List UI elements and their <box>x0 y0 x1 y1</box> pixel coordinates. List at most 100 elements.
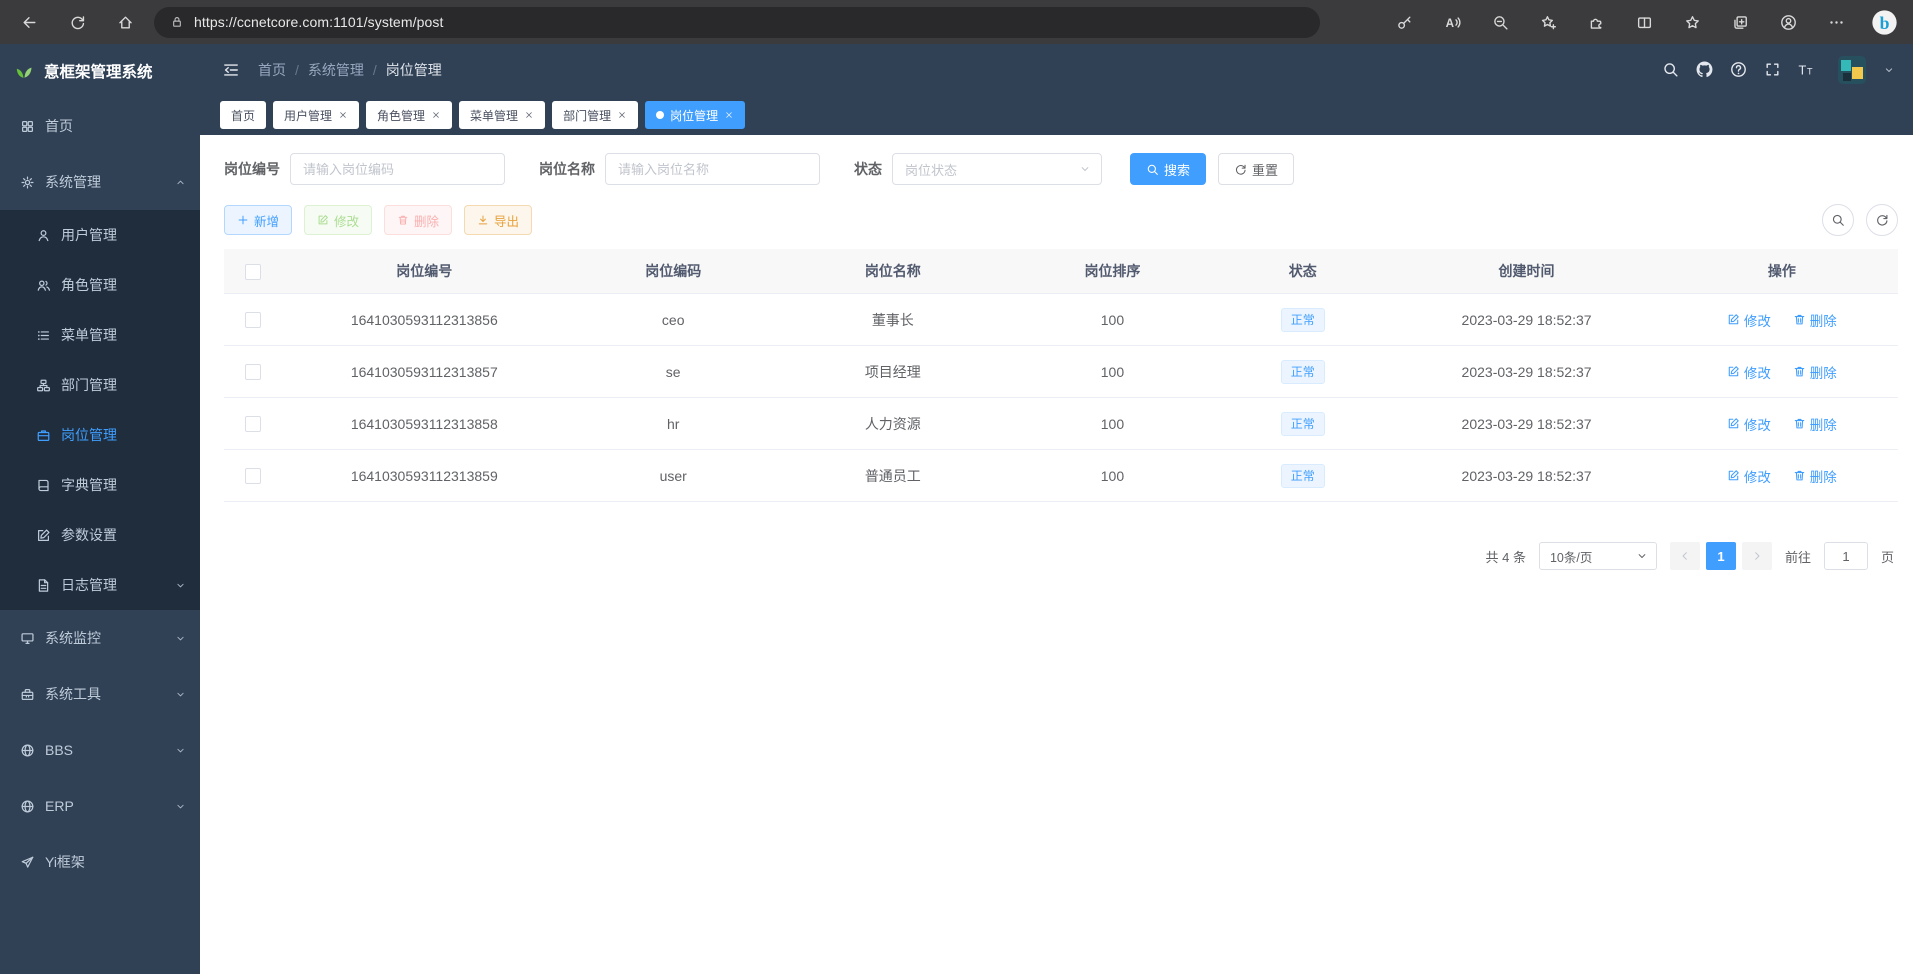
app-logo[interactable]: 意框架管理系统 <box>0 44 200 98</box>
sidebar-item[interactable]: Yi框架 <box>0 834 200 890</box>
tab[interactable]: 岗位管理 <box>645 101 745 129</box>
column-header[interactable]: 状态 <box>1218 249 1387 294</box>
refresh-table-button[interactable] <box>1866 204 1898 236</box>
add-button[interactable]: 新增 <box>224 205 292 235</box>
caret-down-icon[interactable] <box>1883 64 1895 76</box>
chevron-down-icon <box>175 745 186 756</box>
settings-ellipsis-icon[interactable] <box>1819 5 1853 39</box>
delete-button[interactable]: 删除 <box>384 205 452 235</box>
cell-post-sort: 100 <box>1007 450 1218 502</box>
close-icon[interactable] <box>431 110 441 120</box>
row-checkbox[interactable] <box>245 364 261 380</box>
collapse-sidebar-icon[interactable] <box>222 61 240 79</box>
post-name-input[interactable] <box>605 153 820 185</box>
tab[interactable]: 部门管理 <box>552 101 638 129</box>
monitor-icon <box>20 631 35 646</box>
sidebar-item[interactable]: 系统监控 <box>0 610 200 666</box>
home-icon[interactable] <box>108 5 142 39</box>
sidebar-item[interactable]: BBS <box>0 722 200 778</box>
cell-post-id: 1641030593112313857 <box>281 346 568 398</box>
select-all-checkbox[interactable] <box>245 264 261 280</box>
zoom-icon[interactable] <box>1483 5 1517 39</box>
row-delete-link[interactable]: 删除 <box>1793 362 1837 382</box>
tab[interactable]: 首页 <box>220 101 266 129</box>
export-button[interactable]: 导出 <box>464 205 532 235</box>
table-row: 1641030593112313859 user 普通员工 100 正常 202… <box>224 450 1898 502</box>
bing-icon[interactable]: b <box>1867 5 1901 39</box>
tab[interactable]: 用户管理 <box>273 101 359 129</box>
sidebar-item[interactable]: 首页 <box>0 98 200 154</box>
page-size-select[interactable]: 10条/页 <box>1539 542 1657 570</box>
split-screen-icon[interactable] <box>1627 5 1661 39</box>
question-icon[interactable] <box>1730 61 1747 78</box>
sidebar-item[interactable]: 岗位管理 <box>0 410 200 460</box>
post-code-input[interactable] <box>290 153 505 185</box>
read-aloud-icon[interactable]: A <box>1435 5 1469 39</box>
row-delete-link[interactable]: 删除 <box>1793 414 1837 434</box>
status-select[interactable]: 岗位状态 <box>892 153 1102 185</box>
row-checkbox[interactable] <box>245 468 261 484</box>
breadcrumb-item[interactable]: 岗位管理 <box>364 60 442 80</box>
svg-text:T: T <box>1807 66 1813 76</box>
site-info-icon[interactable] <box>170 15 184 29</box>
back-icon[interactable] <box>12 5 46 39</box>
github-icon[interactable] <box>1696 61 1713 78</box>
font-size-icon[interactable]: TT <box>1798 61 1815 78</box>
chevron-down-icon <box>1636 550 1648 562</box>
search-icon[interactable] <box>1662 61 1679 78</box>
sidebar-item[interactable]: 字典管理 <box>0 460 200 510</box>
sidebar-item[interactable]: ERP <box>0 778 200 834</box>
show-search-button[interactable] <box>1822 204 1854 236</box>
sidebar-item[interactable]: 角色管理 <box>0 260 200 310</box>
collections-icon[interactable] <box>1723 5 1757 39</box>
close-icon[interactable] <box>338 110 348 120</box>
extensions-icon[interactable] <box>1579 5 1613 39</box>
sidebar-item[interactable]: 用户管理 <box>0 210 200 260</box>
column-header[interactable]: 岗位名称 <box>779 249 1007 294</box>
browser-nav <box>12 5 142 39</box>
close-icon[interactable] <box>617 110 627 120</box>
row-edit-link[interactable]: 修改 <box>1727 310 1771 330</box>
fullscreen-icon[interactable] <box>1764 61 1781 78</box>
search-button[interactable]: 搜索 <box>1130 153 1206 185</box>
refresh-icon[interactable] <box>60 5 94 39</box>
row-checkbox[interactable] <box>245 416 261 432</box>
address-bar[interactable]: https://ccnetcore.com:1101/system/post <box>154 7 1320 38</box>
breadcrumb-item[interactable]: 首页 <box>258 60 286 80</box>
tab[interactable]: 角色管理 <box>366 101 452 129</box>
add-favorite-icon[interactable] <box>1531 5 1565 39</box>
user-avatar[interactable] <box>1838 56 1866 84</box>
status-badge: 正常 <box>1281 308 1325 332</box>
tab[interactable]: 菜单管理 <box>459 101 545 129</box>
globe-icon <box>20 743 35 758</box>
next-page-button[interactable] <box>1742 542 1772 570</box>
row-checkbox[interactable] <box>245 312 261 328</box>
close-icon[interactable] <box>524 110 534 120</box>
sidebar-item[interactable]: 参数设置 <box>0 510 200 560</box>
row-edit-link[interactable]: 修改 <box>1727 466 1771 486</box>
edit-button[interactable]: 修改 <box>304 205 372 235</box>
breadcrumb-item[interactable]: 系统管理 <box>286 60 364 80</box>
column-header[interactable]: 创建时间 <box>1387 249 1665 294</box>
row-edit-link[interactable]: 修改 <box>1727 414 1771 434</box>
sidebar-item[interactable]: 日志管理 <box>0 560 200 610</box>
row-edit-link[interactable]: 修改 <box>1727 362 1771 382</box>
column-header[interactable]: 岗位编号 <box>281 249 568 294</box>
reset-button[interactable]: 重置 <box>1218 153 1294 185</box>
column-header[interactable]: 操作 <box>1666 249 1898 294</box>
row-delete-link[interactable]: 删除 <box>1793 310 1837 330</box>
column-header[interactable]: 岗位排序 <box>1007 249 1218 294</box>
row-delete-link[interactable]: 删除 <box>1793 466 1837 486</box>
sidebar-item[interactable]: 部门管理 <box>0 360 200 410</box>
jump-page-input[interactable] <box>1824 542 1868 570</box>
close-icon[interactable] <box>724 110 734 120</box>
key-icon[interactable] <box>1387 5 1421 39</box>
column-header[interactable]: 岗位编码 <box>568 249 779 294</box>
page-number-button[interactable]: 1 <box>1706 542 1736 570</box>
prev-page-button[interactable] <box>1670 542 1700 570</box>
sidebar-item[interactable]: 系统管理 <box>0 154 200 210</box>
profile-icon[interactable] <box>1771 5 1805 39</box>
sidebar-item[interactable]: 系统工具 <box>0 666 200 722</box>
sidebar-item[interactable]: 菜单管理 <box>0 310 200 360</box>
favorites-icon[interactable] <box>1675 5 1709 39</box>
